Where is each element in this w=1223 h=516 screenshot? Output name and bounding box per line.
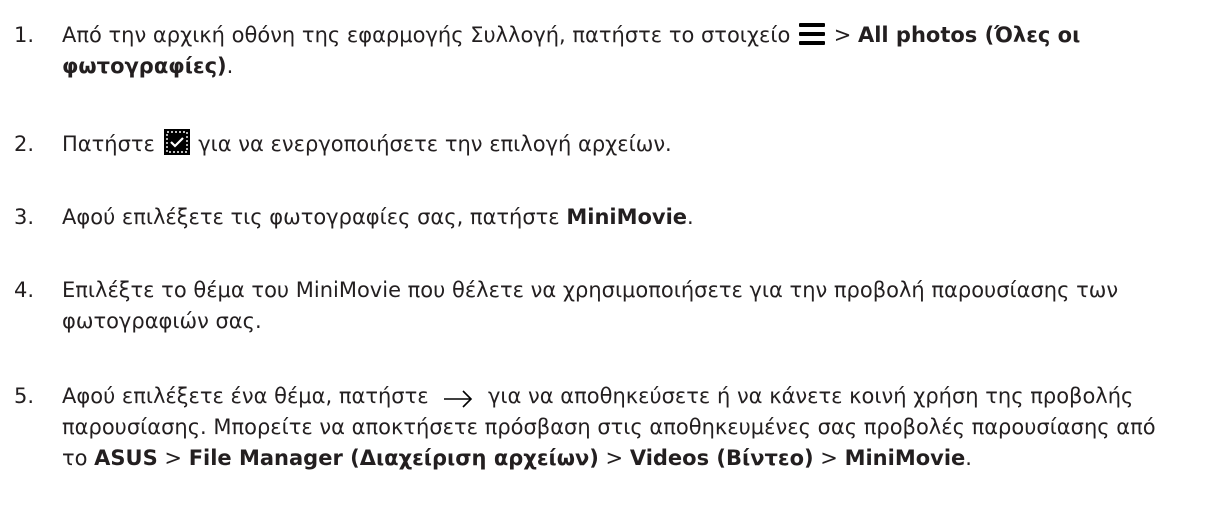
step-number: 1. <box>14 23 35 47</box>
step-number: 4. <box>14 278 35 302</box>
step-text-segment: . <box>687 205 694 229</box>
step-text: Επιλέξτε το θέμα του MiniMovie που θέλετ… <box>62 275 1122 337</box>
step-text-bold: Videos (Βίντεο) <box>629 446 814 470</box>
step-text-segment: για να ενεργοποιήσετε την επιλογή αρχείω… <box>191 132 672 156</box>
step-text-segment: > <box>813 446 845 470</box>
step-text-segment: . <box>226 54 234 78</box>
step-text-bold: File Manager (Διαχείριση αρχείων) <box>188 446 599 470</box>
step-text-segment: > <box>827 23 858 47</box>
step-number: 3. <box>14 205 35 229</box>
step-text-segment: > <box>598 446 630 470</box>
step-text-segment: Αφού επιλέξετε ένα θέμα, πατήστε <box>62 384 436 408</box>
step-text-segment: Επιλέξτε το θέμα του MiniMovie που θέλετ… <box>62 278 1119 333</box>
step-text: Από την αρχική οθόνη της εφαρμογής Συλλο… <box>62 20 1212 82</box>
step-number: 2. <box>14 132 35 156</box>
menu-icon <box>799 21 826 47</box>
step-text: Αφού επιλέξετε ένα θέμα, πατήστε για να … <box>62 381 1172 474</box>
arrow-right-icon <box>443 386 473 408</box>
step-text-segment: . <box>965 446 972 470</box>
step-text-segment: > <box>157 446 189 470</box>
step-text-bold: ASUS <box>94 446 158 470</box>
step-text-segment: Από την αρχική οθόνη της εφαρμογής Συλλο… <box>62 23 798 47</box>
step-text-segment: Πατήστε <box>62 132 162 156</box>
select-files-icon <box>163 129 190 155</box>
step-text: Πατήστε για να ενεργοποιήσετε την επιλογ… <box>62 129 1212 160</box>
step-text-bold: MiniMovie <box>844 446 966 470</box>
step-text-bold: MiniMovie <box>566 205 688 229</box>
step-text: Αφού επιλέξετε τις φωτογραφίες σας, πατή… <box>62 202 1212 233</box>
step-number: 5. <box>14 384 35 408</box>
step-text-segment: Αφού επιλέξετε τις φωτογραφίες σας, πατή… <box>62 205 567 229</box>
